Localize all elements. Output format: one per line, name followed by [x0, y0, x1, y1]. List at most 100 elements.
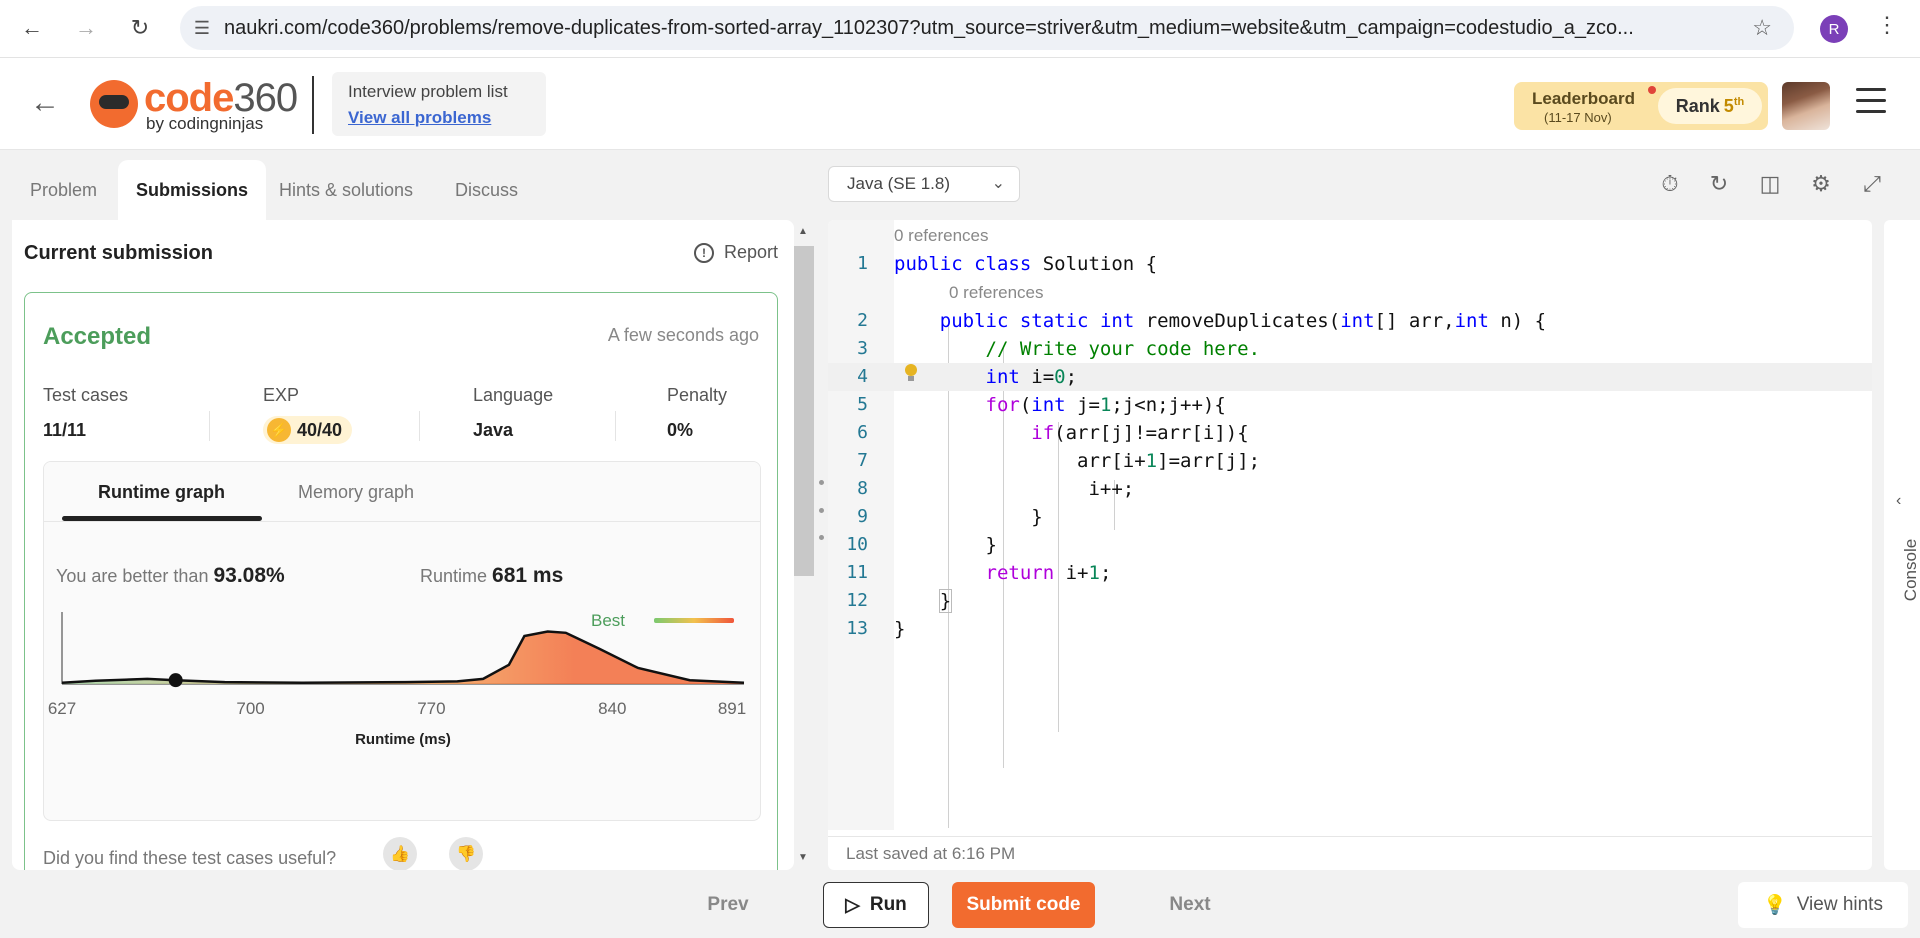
header-divider: [312, 76, 314, 134]
runtime-distribution-chart: Best 627 700 770 840 891 Runtime (ms): [48, 612, 746, 748]
better-than-value: 93.08%: [213, 564, 285, 587]
code-line[interactable]: 10 }: [828, 531, 1872, 559]
address-bar[interactable]: ☰ naukri.com/code360/problems/remove-dup…: [180, 6, 1794, 50]
code-line[interactable]: 2 public static int removeDuplicates(int…: [828, 307, 1872, 335]
tab-problem[interactable]: Problem: [12, 160, 115, 220]
x-tick-label: 700: [236, 699, 264, 718]
panel-resize-handle[interactable]: [816, 480, 826, 540]
console-toggle[interactable]: ‹ Console: [1884, 220, 1920, 870]
tab-runtime-graph[interactable]: Runtime graph: [98, 482, 225, 503]
code-line[interactable]: 13}: [828, 615, 1872, 643]
stat-penalty: Penalty 0%: [667, 385, 728, 440]
graph-tabs: Runtime graph Memory graph: [44, 462, 760, 522]
thumbs-up-icon[interactable]: 👍: [383, 837, 417, 870]
code-line[interactable]: 8 i++;: [828, 475, 1872, 503]
bottom-action-bar: Prev ▷ Run Submit code Next 💡 View hints: [0, 870, 1920, 938]
useful-question: Did you find these test cases useful?: [43, 848, 337, 868]
chevron-down-icon: ⌄: [991, 175, 1005, 192]
x-tick-label: 891: [718, 699, 746, 718]
code-line[interactable]: 7 arr[i+1]=arr[j];: [828, 447, 1872, 475]
logo-mark-icon: [90, 80, 138, 128]
leaderboard-label: Leaderboard: [1532, 89, 1635, 108]
layout-icon[interactable]: ◫: [1756, 170, 1784, 198]
bookmark-star-icon[interactable]: ☆: [1752, 15, 1772, 41]
tab-hints-solutions[interactable]: Hints & solutions: [261, 160, 431, 220]
back-icon[interactable]: ←: [14, 10, 50, 46]
runtime-value: 681 ms: [492, 564, 564, 587]
report-button[interactable]: ! Report: [693, 242, 778, 263]
thumbs-down-icon[interactable]: 👎: [449, 837, 483, 870]
fullscreen-icon[interactable]: ⤢: [1858, 170, 1886, 198]
rank-value: 5th: [1723, 95, 1745, 116]
code360-logo[interactable]: code360 by codingninjas: [90, 76, 300, 133]
active-tab-indicator: [62, 516, 262, 521]
submission-panel: Current submission ! Report Accepted A f…: [12, 220, 794, 870]
rank-label: Rank: [1675, 95, 1720, 116]
next-button[interactable]: Next: [1152, 882, 1228, 928]
reload-icon[interactable]: ↻: [122, 10, 158, 46]
left-panel-scrollbar[interactable]: ▲ ▼: [794, 220, 814, 870]
user-avatar[interactable]: [1782, 82, 1830, 130]
code-line[interactable]: 11 return i+1;: [828, 559, 1872, 587]
code-lens-references[interactable]: 0 references: [894, 226, 989, 246]
x-axis-label: Runtime (ms): [355, 731, 451, 748]
problem-list-title: Interview problem list: [348, 82, 508, 101]
rank-badge: Rank 5th: [1658, 88, 1762, 124]
scroll-thumb[interactable]: [794, 246, 814, 576]
hamburger-menu-icon[interactable]: [1856, 88, 1886, 118]
submission-time: A few seconds ago: [607, 325, 759, 345]
site-settings-icon[interactable]: ☰: [180, 18, 224, 39]
kebab-menu-icon[interactable]: ⋮: [1876, 12, 1898, 38]
reset-code-icon[interactable]: ↻: [1705, 170, 1733, 198]
prev-button[interactable]: Prev: [690, 882, 766, 928]
stat-divider: [419, 411, 420, 441]
leaderboard-button[interactable]: Leaderboard (11-17 Nov) Rank 5th: [1514, 82, 1768, 130]
code-line-current[interactable]: 4 int i=0;: [828, 363, 1872, 391]
runtime-text: Runtime 681 ms: [420, 564, 564, 587]
scroll-down-icon[interactable]: ▼: [798, 852, 808, 863]
problem-list-box: Interview problem list View all problems: [332, 72, 546, 136]
logo-byline: by codingninjas: [146, 114, 264, 133]
code-line[interactable]: 12 }: [828, 587, 1872, 615]
tab-memory-graph[interactable]: Memory graph: [298, 482, 414, 503]
lightning-icon: ⚡: [267, 418, 291, 442]
forward-icon[interactable]: →: [68, 10, 104, 46]
runtime-area: [62, 631, 744, 684]
timer-icon[interactable]: ⏱: [1656, 170, 1684, 198]
code-line[interactable]: 9 }: [828, 503, 1872, 531]
tab-submissions[interactable]: Submissions: [118, 160, 267, 220]
stat-exp: EXP ⚡ 40/40: [263, 385, 353, 444]
stat-language: Language Java: [473, 385, 554, 440]
view-all-problems-link[interactable]: View all problems: [348, 108, 530, 128]
legend-best-gradient: [654, 618, 734, 623]
chevron-left-icon[interactable]: ‹: [1896, 492, 1901, 510]
profile-avatar[interactable]: R: [1820, 15, 1848, 43]
scroll-up-icon[interactable]: ▲: [798, 226, 808, 237]
code-editor[interactable]: 0 references 1 public class Solution { 0 …: [828, 220, 1872, 870]
view-hints-button[interactable]: 💡 View hints: [1738, 882, 1908, 928]
back-arrow-icon[interactable]: ←: [30, 86, 60, 120]
url-text[interactable]: naukri.com/code360/problems/remove-dupli…: [224, 17, 1704, 40]
report-icon: !: [693, 242, 714, 263]
code-line[interactable]: 3 // Write your code here.: [828, 335, 1872, 363]
lightbulb-icon[interactable]: [904, 364, 918, 382]
code-line[interactable]: 1 public class Solution {: [828, 250, 1872, 278]
legend-best-label: Best: [591, 612, 625, 630]
code-line[interactable]: 5 for(int j=1;j<n;j++){: [828, 391, 1872, 419]
runtime-graph-box: Runtime graph Memory graph You are bette…: [43, 461, 761, 821]
settings-gear-icon[interactable]: ⚙: [1807, 170, 1835, 198]
run-button[interactable]: ▷ Run: [823, 882, 929, 928]
better-than-text: You are better than 93.08%: [56, 564, 285, 587]
console-label[interactable]: Console: [1901, 539, 1920, 601]
x-tick-label: 627: [48, 699, 76, 718]
play-icon: ▷: [845, 894, 860, 916]
last-saved-status: Last saved at 6:16 PM: [828, 836, 1872, 870]
code-line[interactable]: 6 if(arr[j]!=arr[i]){: [828, 419, 1872, 447]
submit-code-button[interactable]: Submit code: [952, 882, 1095, 928]
stat-divider: [615, 411, 616, 441]
language-select[interactable]: Java (SE 1.8) ⌄: [828, 166, 1020, 202]
tab-discuss[interactable]: Discuss: [437, 160, 536, 220]
code-lens-references[interactable]: 0 references: [949, 283, 1044, 303]
browser-toolbar: ← → ↻ ☰ naukri.com/code360/problems/remo…: [0, 0, 1920, 58]
x-tick-label: 840: [598, 699, 626, 718]
